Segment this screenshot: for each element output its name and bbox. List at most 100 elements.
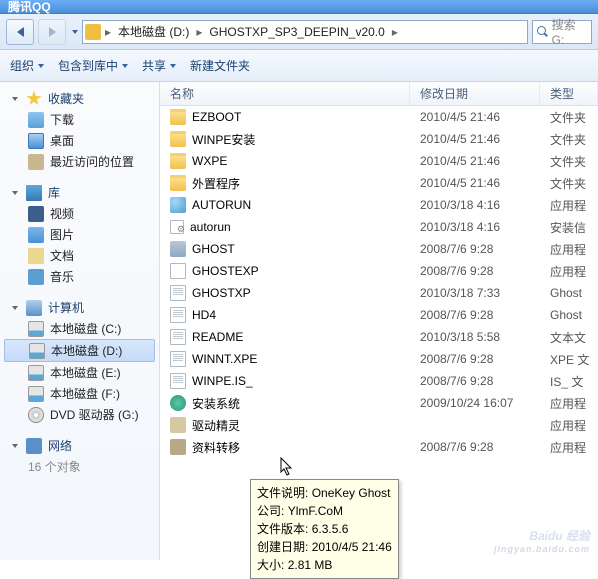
file-row[interactable]: HD42008/7/6 9:28Ghost	[160, 304, 598, 326]
sidebar-downloads[interactable]: 下载	[0, 109, 159, 130]
file-type: 文件夹	[540, 153, 598, 170]
breadcrumb-seg[interactable]: GHOSTXP_SP3_DEEPIN_v20.0	[206, 25, 387, 39]
file-row[interactable]: GHOST2008/7/6 9:28应用程	[160, 238, 598, 260]
file-icon	[170, 109, 186, 125]
column-type[interactable]: 类型	[540, 82, 598, 105]
file-type: IS_ 文	[540, 373, 598, 390]
file-icon	[170, 153, 186, 169]
sidebar-favorites[interactable]: 收藏夹	[0, 88, 159, 109]
sidebar-desktop[interactable]: 桌面	[0, 130, 159, 151]
file-list: EZBOOT2010/4/5 21:46文件夹 WINPE安装 2010/4/5 2…	[160, 106, 598, 458]
drive-icon	[28, 321, 44, 337]
sidebar-documents[interactable]: 文档	[0, 245, 159, 266]
file-name: README	[192, 330, 243, 344]
sidebar-extra: 16 个对象	[0, 456, 159, 477]
music-icon	[28, 269, 44, 285]
file-name: GHOST	[192, 242, 235, 256]
file-type: 安装信	[540, 219, 598, 236]
nav-forward-button[interactable]	[38, 19, 66, 45]
video-icon	[28, 206, 44, 222]
window-titlebar: 腾讯QQ	[0, 0, 598, 14]
file-row[interactable]: 外置程序2010/4/5 21:46文件夹	[160, 172, 598, 194]
desktop-icon	[28, 133, 44, 149]
file-row[interactable]: 安装系统2009/10/24 16:07应用程	[160, 392, 598, 414]
address-bar[interactable]: ▸ 本地磁盘 (D:) ▸ GHOSTXP_SP3_DEEPIN_v20.0 ▸	[82, 20, 528, 44]
file-name: WINPE安装	[192, 131, 255, 148]
sidebar-network[interactable]: 网络	[0, 435, 159, 456]
sidebar-drive-d[interactable]: 本地磁盘 (D:)	[4, 339, 155, 362]
file-type: 应用程	[540, 439, 598, 456]
file-date: 2010/4/5 21:46	[410, 154, 540, 168]
breadcrumb-sep: ▸	[103, 25, 113, 39]
file-row[interactable]: AUTORUN2010/3/18 4:16应用程	[160, 194, 598, 216]
document-icon	[28, 248, 44, 264]
file-icon	[170, 439, 186, 455]
file-icon	[170, 241, 186, 257]
search-box[interactable]: 搜索 G:	[532, 20, 592, 44]
expand-icon	[12, 97, 18, 101]
sidebar-music[interactable]: 音乐	[0, 266, 159, 287]
toolbar: 组织 包含到库中 共享 新建文件夹	[0, 50, 598, 82]
file-type: 文件夹	[540, 175, 598, 192]
folder-icon	[85, 24, 101, 40]
organize-button[interactable]: 组织	[10, 57, 44, 74]
sidebar-videos[interactable]: 视频	[0, 203, 159, 224]
arrow-right-icon	[49, 27, 56, 37]
share-button[interactable]: 共享	[142, 57, 176, 74]
sidebar-drive-c[interactable]: 本地磁盘 (C:)	[0, 318, 159, 339]
file-name: GHOSTXP	[192, 286, 251, 300]
arrow-left-icon	[17, 27, 24, 37]
drive-icon	[28, 365, 44, 381]
breadcrumb-seg[interactable]: 本地磁盘 (D:)	[115, 23, 192, 40]
file-row[interactable]: GHOSTXP2010/3/18 7:33Ghost	[160, 282, 598, 304]
sidebar-pictures[interactable]: 图片	[0, 224, 159, 245]
file-pane: 名称 修改日期 类型 EZBOOT2010/4/5 21:46文件夹WINPE安…	[160, 82, 598, 560]
sidebar-dvd-drive[interactable]: DVD 驱动器 (G:)	[0, 404, 159, 425]
sidebar-libraries[interactable]: 库	[0, 182, 159, 203]
file-row[interactable]: 驱动精灵应用程	[160, 414, 598, 436]
file-type: Ghost	[540, 308, 598, 322]
column-date[interactable]: 修改日期	[410, 82, 540, 105]
file-name: GHOSTEXP	[192, 264, 259, 278]
sidebar-drive-e[interactable]: 本地磁盘 (E:)	[0, 362, 159, 383]
column-headers: 名称 修改日期 类型	[160, 82, 598, 106]
file-date: 2008/7/6 9:28	[410, 264, 540, 278]
file-icon	[170, 307, 186, 323]
chevron-down-icon	[170, 64, 176, 68]
navigation-row: ▸ 本地磁盘 (D:) ▸ GHOSTXP_SP3_DEEPIN_v20.0 ▸…	[0, 14, 598, 50]
sidebar-recent[interactable]: 最近访问的位置	[0, 151, 159, 172]
nav-history-dropdown[interactable]	[72, 30, 78, 34]
file-row[interactable]: WINNT.XPE2008/7/6 9:28XPE 文	[160, 348, 598, 370]
file-name: 安装系统	[192, 395, 240, 412]
expand-icon	[12, 444, 18, 448]
file-type: 文件夹	[540, 131, 598, 148]
file-row[interactable]: 资料转移 2008/7/6 9:28应用程	[160, 436, 598, 458]
file-row[interactable]: WXPE2010/4/5 21:46文件夹	[160, 150, 598, 172]
file-icon	[170, 197, 186, 213]
file-type: 应用程	[540, 241, 598, 258]
file-date: 2010/4/5 21:46	[410, 132, 540, 146]
nav-back-button[interactable]	[6, 19, 34, 45]
file-icon	[170, 220, 184, 234]
file-name: 资料转移	[192, 439, 240, 456]
file-row[interactable]: EZBOOT2010/4/5 21:46文件夹	[160, 106, 598, 128]
file-row[interactable]: autorun2010/3/18 4:16安装信	[160, 216, 598, 238]
file-icon	[170, 131, 186, 147]
file-date: 2008/7/6 9:28	[410, 308, 540, 322]
new-folder-button[interactable]: 新建文件夹	[190, 57, 250, 74]
file-date: 2008/7/6 9:28	[410, 440, 540, 454]
file-date: 2010/3/18 4:16	[410, 198, 540, 212]
drive-icon	[28, 386, 44, 402]
sidebar-computer[interactable]: 计算机	[0, 297, 159, 318]
watermark: Baidu 经验 jingyan.baidu.com	[494, 527, 590, 554]
file-row[interactable]: README2010/3/18 5:58文本文	[160, 326, 598, 348]
file-row[interactable]: WINPE安装 2010/4/5 21:46文件夹	[160, 128, 598, 150]
file-row[interactable]: GHOSTEXP2008/7/6 9:28应用程	[160, 260, 598, 282]
column-name[interactable]: 名称	[160, 82, 410, 105]
network-icon	[26, 438, 42, 454]
include-in-library-button[interactable]: 包含到库中	[58, 57, 128, 74]
app-name: 腾讯QQ	[8, 0, 51, 14]
file-row[interactable]: WINPE.IS_2008/7/6 9:28IS_ 文	[160, 370, 598, 392]
file-icon	[170, 263, 186, 279]
sidebar-drive-f[interactable]: 本地磁盘 (F:)	[0, 383, 159, 404]
